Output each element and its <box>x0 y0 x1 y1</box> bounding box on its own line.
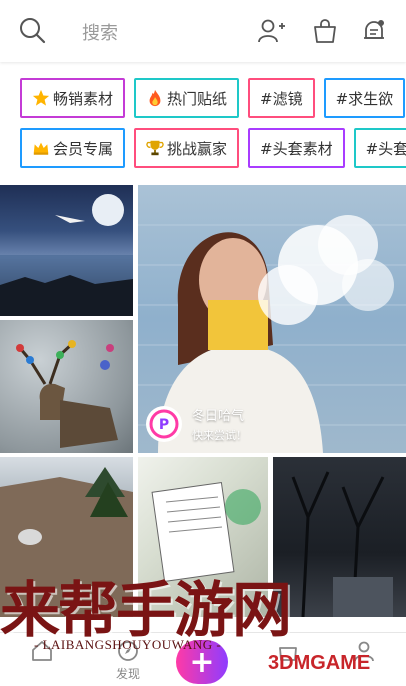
promo-subtitle: 快来尝试！ <box>192 429 247 442</box>
nav-discover-label: 发现 <box>115 667 140 681</box>
deer-image <box>16 340 118 448</box>
watermark-title: 来帮手游网 <box>0 576 292 646</box>
app-logo-icon: P <box>146 406 182 442</box>
tag-label: #头套 <box>365 139 406 158</box>
star-icon <box>32 89 50 106</box>
tag-chip[interactable]: #求生欲 <box>323 78 406 118</box>
tag-row-1: 畅销素材 热门贴纸 #滤镜 #求生欲 # <box>20 78 406 118</box>
tag-chip[interactable]: #头套 <box>353 128 406 168</box>
add-user-icon[interactable] <box>256 16 286 46</box>
tag-chip[interactable]: 热门贴纸 <box>134 78 240 118</box>
watermark-subtitle: - LAIBANGSHOUYOUWANG - <box>34 637 222 652</box>
featured-photo-tile[interactable]: P 冬日哈气 快来尝试！ <box>138 185 406 453</box>
top-bar: 搜索 <box>0 0 406 62</box>
photo-tile-dark-trees[interactable] <box>273 457 406 617</box>
tag-chip[interactable]: #滤镜 <box>248 78 315 118</box>
search-icon[interactable] <box>18 16 46 44</box>
tag-label: #滤镜 <box>260 89 303 108</box>
fire-icon <box>149 89 161 107</box>
tag-label: #求生欲 <box>335 89 394 108</box>
tag-chip[interactable]: #头套素材 <box>248 128 345 168</box>
tag-label: 热门贴纸 <box>167 89 228 108</box>
tag-chips: 畅销素材 热门贴纸 #滤镜 #求生欲 # 会员专属 <box>20 78 406 178</box>
tag-chip[interactable]: 畅销素材 <box>20 78 126 118</box>
tag-label: 挑战赢家 <box>167 139 228 158</box>
trophy-icon <box>146 140 164 156</box>
photo-tile-seaside[interactable] <box>0 185 133 316</box>
crown-icon <box>33 142 49 155</box>
promo-title: 冬日哈气 <box>192 409 245 424</box>
tag-chip[interactable]: 挑战赢家 <box>134 128 240 168</box>
tag-chip[interactable]: 会员专属 <box>20 128 126 168</box>
search-input[interactable]: 搜索 <box>82 19 118 45</box>
tag-label: 畅销素材 <box>53 89 114 108</box>
tag-label: 会员专属 <box>53 139 114 158</box>
seaside-image <box>0 194 133 316</box>
svg-text:P: P <box>159 417 169 433</box>
promo-badge[interactable]: P 冬日哈气 快来尝试！ <box>146 405 247 443</box>
watermark-brand: 3DMGAME <box>268 652 371 674</box>
tag-label: #头套素材 <box>260 139 333 158</box>
photo-tile-deer[interactable] <box>0 320 133 453</box>
notification-bell-icon[interactable] <box>359 16 389 46</box>
dark-trees-image <box>291 471 393 617</box>
shopping-bag-icon[interactable] <box>310 16 340 46</box>
tag-row-2: 会员专属 挑战赢家 #头套素材 #头套 <box>20 128 406 168</box>
